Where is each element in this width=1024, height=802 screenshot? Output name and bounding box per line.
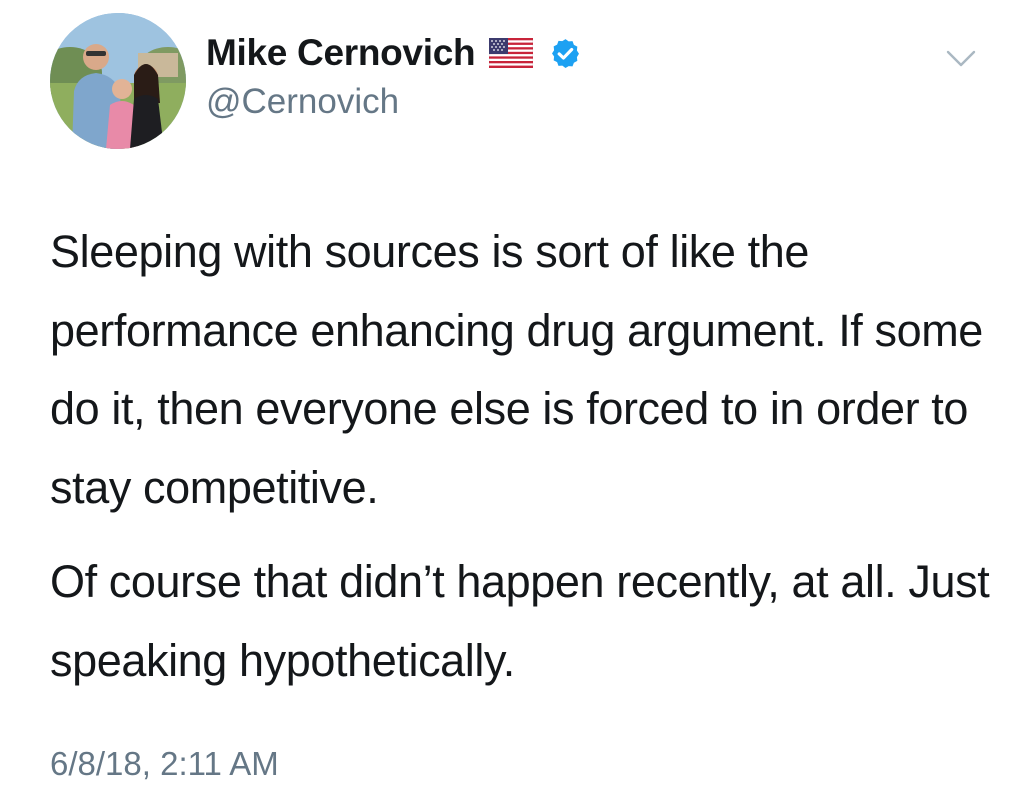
tweet-paragraph: Sleeping with sources is sort of like th… [50, 226, 983, 513]
chevron-down-icon[interactable] [946, 48, 976, 70]
author-display-name[interactable]: Mike Cernovich [206, 32, 476, 74]
tweet-body: Sleeping with sources is sort of like th… [50, 213, 1000, 700]
verified-badge-icon [549, 37, 582, 70]
avatar[interactable] [50, 13, 186, 149]
tweet-timestamp[interactable]: 6/8/18, 2:11 AM [50, 745, 279, 783]
author-name-row: Mike Cernovich [206, 31, 582, 75]
tweet-card: Mike Cernovich @Cernovich Sleeping with … [0, 0, 1024, 802]
tweet-paragraph: Of course that didn’t happen recently, a… [50, 556, 990, 686]
us-flag-icon [488, 37, 534, 69]
avatar-photo [50, 13, 186, 149]
author-handle[interactable]: @Cernovich [206, 82, 399, 122]
